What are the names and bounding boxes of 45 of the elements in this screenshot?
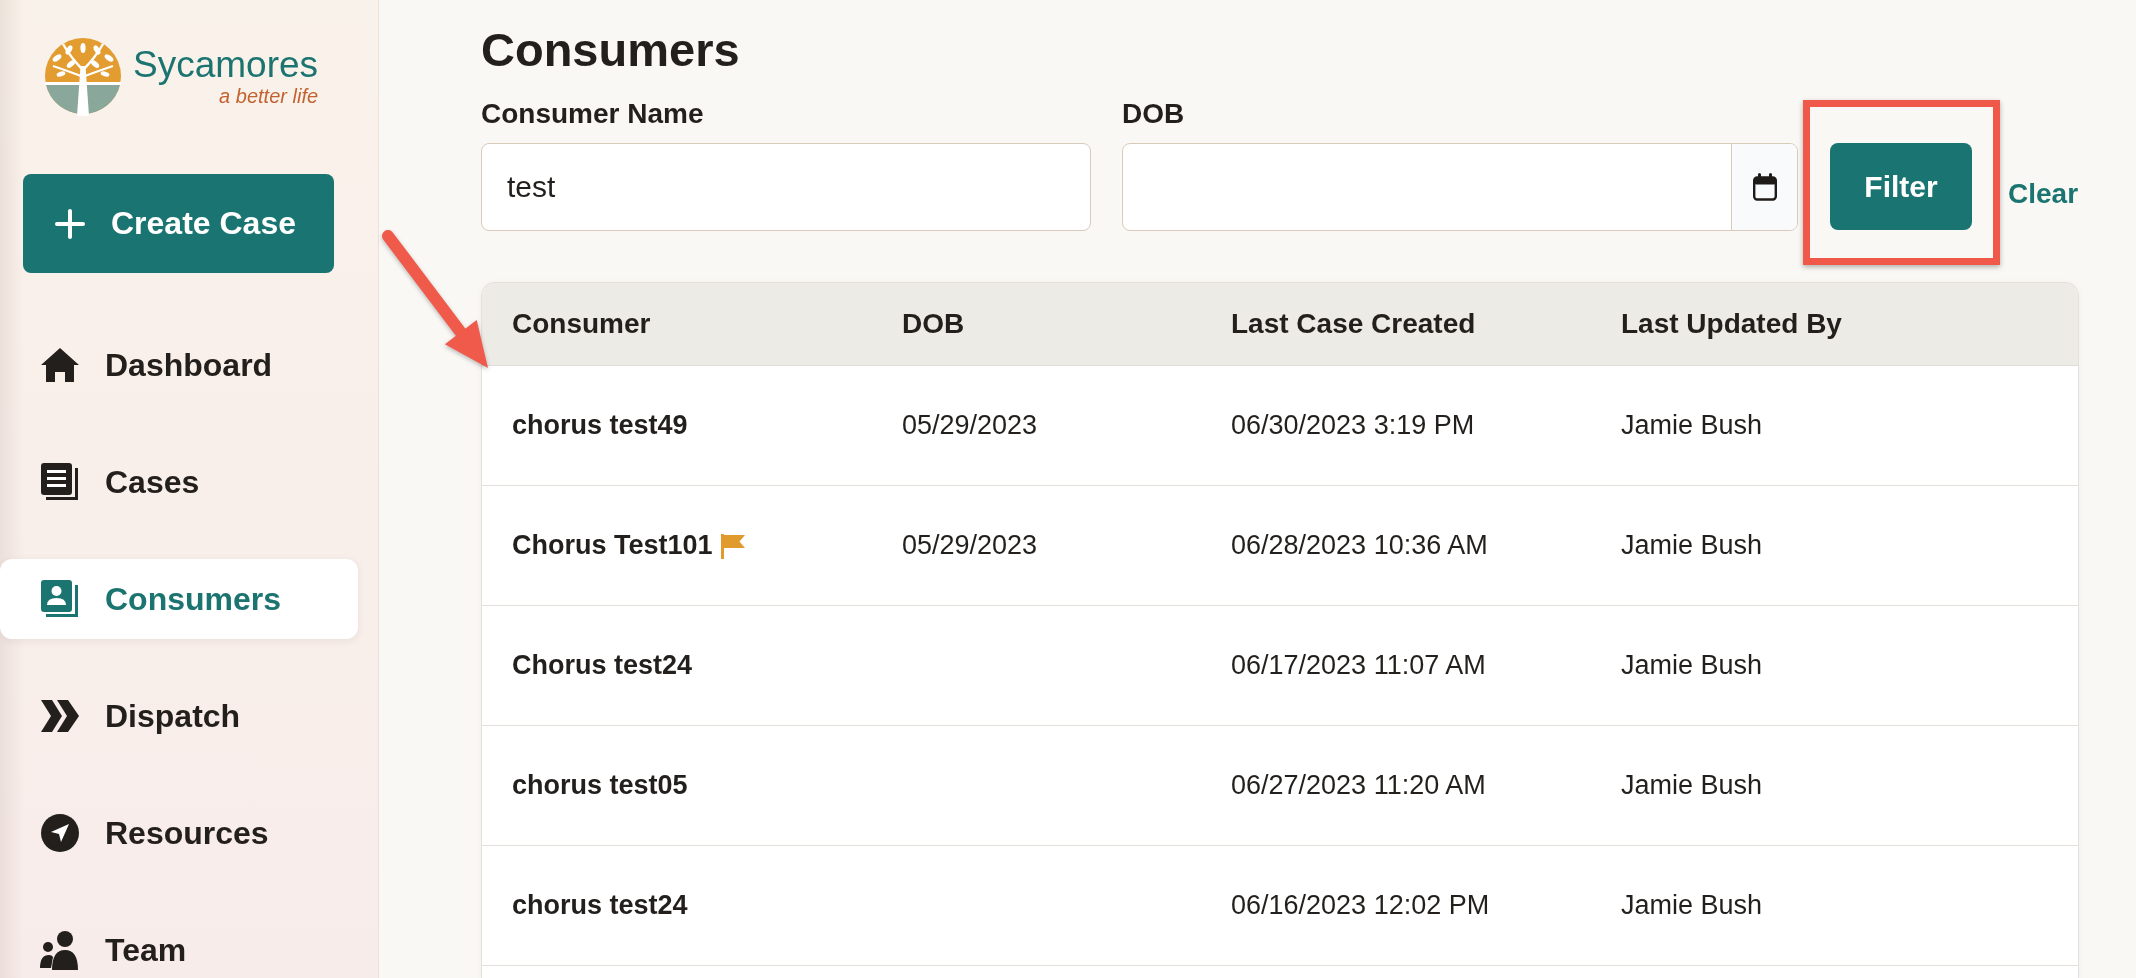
case-date: 06/28/2023 10:36 AM	[1231, 530, 1488, 561]
user-name: Jamie Bush	[1621, 410, 1763, 441]
consumer-name[interactable]: Chorus Test101	[512, 530, 713, 561]
clear-link[interactable]: Clear	[2008, 177, 2079, 211]
plus-icon	[55, 208, 85, 239]
nav-item[interactable]: Consumers	[0, 559, 358, 639]
document-stack-icon	[40, 462, 80, 502]
date-input-field[interactable]	[1122, 143, 1798, 231]
tree-logo-icon	[45, 38, 121, 116]
column-header: Last Case Created	[1231, 308, 1476, 339]
column-header: Consumer	[512, 308, 651, 339]
case-date: 06/17/2023 11:07 AM	[1231, 650, 1486, 681]
consumer-name[interactable]: chorus test05	[512, 770, 688, 801]
nav-item[interactable]: Dashboard	[0, 325, 358, 405]
consumer-name[interactable]: chorus test24	[512, 890, 688, 921]
people-icon	[40, 930, 80, 970]
brand-tagline: a better life	[219, 85, 319, 107]
consumer-name[interactable]: Chorus test24	[512, 650, 693, 681]
contact-card-icon	[40, 579, 80, 619]
user-name: Jamie Bush	[1621, 530, 1763, 561]
field-label: Consumer Name	[481, 97, 704, 131]
create-case-button[interactable]: Create Case	[23, 174, 334, 273]
column-header: DOB	[902, 308, 965, 339]
nav-item[interactable]: Team	[0, 910, 358, 978]
field-label: DOB	[1122, 97, 1185, 131]
birth-date: 05/29/2023	[902, 410, 1038, 441]
case-date: 06/27/2023 11:20 AM	[1231, 770, 1486, 801]
consumer-name[interactable]: chorus test49	[512, 410, 688, 441]
user-name: Jamie Bush	[1621, 770, 1763, 801]
user-name: Jamie Bush	[1621, 890, 1763, 921]
user-name: Jamie Bush	[1621, 650, 1763, 681]
calendar-button[interactable]	[1731, 144, 1797, 230]
page-title: Consumers	[481, 22, 740, 78]
birth-date: 05/29/2023	[902, 530, 1038, 561]
nav-item[interactable]: Resources	[0, 793, 358, 873]
case-date: 06/30/2023 3:19 PM	[1231, 410, 1475, 441]
filter-button[interactable]: Filter	[1830, 143, 1972, 230]
nav-item[interactable]: Cases	[0, 442, 358, 522]
nav-item[interactable]: Dispatch	[0, 676, 358, 756]
brand-name: Sycamores	[133, 45, 319, 85]
calendar-icon	[1752, 173, 1777, 201]
column-header: Last Updated By	[1621, 308, 1842, 339]
case-date: 06/16/2023 12:02 PM	[1231, 890, 1490, 921]
name-input-field[interactable]: test	[481, 143, 1091, 231]
home-icon	[40, 347, 80, 383]
